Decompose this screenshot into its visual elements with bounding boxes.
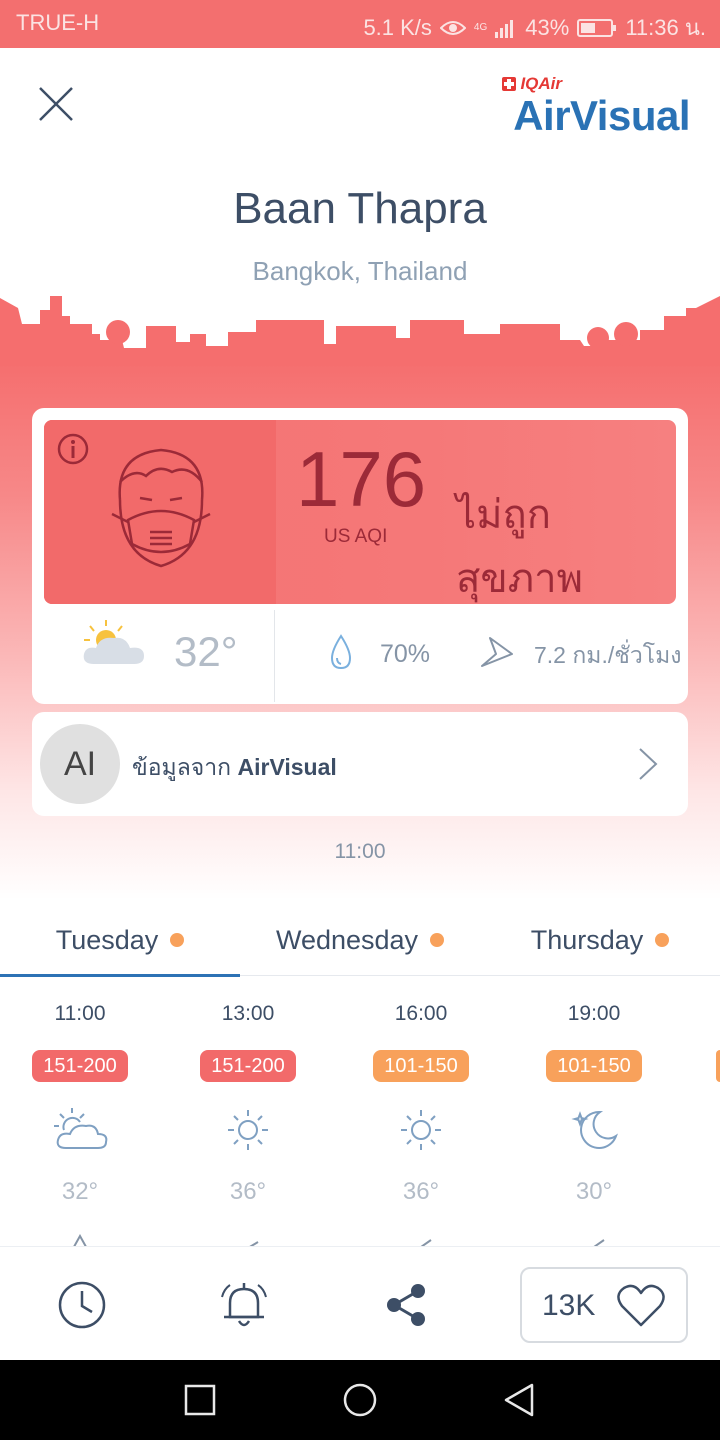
tab-label: Thursday: [530, 924, 644, 955]
forecast-item: 16:00 101-150 36°: [361, 976, 481, 1246]
aqi-dot-icon: [655, 933, 670, 947]
data-source-card[interactable]: AI ข้อมูลจาก AirVisual: [32, 712, 688, 816]
forecast-time: 13:00: [221, 1002, 275, 1025]
share-icon[interactable]: [380, 1279, 432, 1331]
bottom-toolbar: 13K: [0, 1246, 720, 1360]
app-root: TRUE-H 5.1 K/s 4G 43% 11:36 น. IQAir Air…: [0, 0, 720, 1440]
like-count: 13K: [542, 1289, 596, 1322]
battery-icon: [577, 18, 617, 37]
sun-icon: [228, 1110, 268, 1150]
close-icon[interactable]: [36, 84, 76, 124]
updated-time: 11:00: [334, 840, 386, 863]
moon-icon: [571, 1110, 618, 1149]
weather-divider: [274, 610, 275, 702]
heart-icon: [617, 1284, 665, 1327]
forecast-temperature: 32°: [61, 1178, 99, 1205]
brand-main: AirVisual: [513, 92, 690, 139]
mask-face-icon: [111, 448, 211, 568]
source-prefix-text: ข้อมูลจาก: [132, 754, 232, 780]
forecast-item: 11:00 151-200 32°: [20, 976, 140, 1246]
aqi-range-badge: 151-200: [32, 1050, 128, 1082]
wind-direction-icon: [249, 1241, 259, 1246]
history-clock-icon[interactable]: [56, 1279, 108, 1331]
aqi-range-badge: 101-150: [373, 1050, 469, 1082]
status-bar: TRUE-H 5.1 K/s 4G 43% 11:36 น.: [0, 0, 720, 48]
aqi-range-badge: 101-150: [546, 1050, 642, 1082]
back-triangle-icon[interactable]: [500, 1380, 540, 1420]
forecast-item: 13:00 151-200 36°: [188, 976, 308, 1246]
battery-percent: 43%: [525, 14, 570, 40]
city-name: Baan Thapra: [233, 184, 487, 233]
chevron-right-icon: [639, 748, 658, 780]
weather-row: 32° 70% 7.2 กม./ชั่วโมง: [32, 604, 688, 704]
humidity-value: 70%: [380, 640, 431, 668]
aqi-card: 176 US AQI ไม่ถูกสุขภาพ 32° 70% 7.2 กม./…: [32, 408, 688, 704]
aqi-range-badge: 151-200: [200, 1050, 296, 1082]
humidity-drop-icon: [330, 634, 352, 670]
network-type: 4G: [473, 21, 488, 33]
forecast-temperature: 36°: [402, 1178, 440, 1205]
forecast-temperature: 30°: [575, 1178, 613, 1205]
tab-label: Wednesday: [275, 924, 419, 955]
tab-tuesday[interactable]: Tuesday: [0, 904, 240, 976]
brand-logo: IQAir AirVisual: [490, 72, 690, 139]
forecast-time: 16:00: [394, 1002, 448, 1025]
forecast-time: 11:00: [54, 1002, 106, 1025]
wind-speed-value: 7.2 กม./ชั่วโมง: [534, 642, 682, 668]
tab-thursday[interactable]: Thursday: [480, 904, 720, 976]
system-nav-bar: [0, 1360, 720, 1440]
network-speed: 5.1 K/s: [363, 14, 432, 40]
eye-icon: [439, 20, 466, 35]
skyline-decoration: [0, 296, 720, 366]
wind-direction-icon: [73, 1234, 87, 1246]
home-circle-icon[interactable]: [340, 1380, 380, 1420]
aqi-dot-icon: [170, 933, 185, 947]
forecast-item: 19:00 101-150 30°: [534, 976, 654, 1246]
brand-small: IQAir: [520, 74, 562, 93]
aqi-unit: US AQI: [324, 526, 388, 547]
signal-icon: [495, 19, 514, 38]
source-avatar: AI: [40, 724, 120, 804]
current-temperature: 32°: [174, 628, 238, 675]
wind-direction-icon: [420, 1239, 432, 1246]
aqi-value: 176: [296, 435, 427, 523]
day-tabs: Tuesday Wednesday Thursday: [0, 904, 720, 977]
source-name: AirVisual: [237, 754, 337, 780]
status-right: 5.1 K/s 4G 43% 11:36 น.: [363, 10, 706, 45]
info-icon[interactable]: [56, 432, 90, 466]
partly-cloudy-icon: [54, 1108, 108, 1149]
wind-direction-icon: [593, 1239, 605, 1246]
aqi-banner: 176 US AQI ไม่ถูกสุขภาพ: [44, 420, 676, 604]
hourly-forecast[interactable]: 11:00 151-200 32° 13:00 151-200 36° 16:0…: [0, 976, 720, 1246]
forecast-temperature: 36°: [229, 1178, 267, 1205]
forecast-time: 19:00: [567, 1002, 621, 1025]
wind-direction-icon: [481, 637, 513, 667]
tab-label: Tuesday: [55, 924, 159, 955]
clock: 11:36 น.: [625, 15, 706, 40]
aqi-status: ไม่ถูกสุขภาพ: [456, 492, 583, 602]
tab-wednesday[interactable]: Wednesday: [240, 904, 480, 976]
sun-icon: [401, 1110, 441, 1150]
like-button[interactable]: 13K: [520, 1267, 688, 1343]
aqi-dot-icon: [430, 933, 445, 947]
recents-square-icon[interactable]: [180, 1380, 220, 1420]
swiss-cross-icon: [502, 77, 517, 91]
source-label: ข้อมูลจาก AirVisual: [132, 750, 337, 786]
bell-icon[interactable]: [218, 1279, 270, 1331]
region-name: Bangkok, Thailand: [252, 256, 468, 286]
iqair-mark: IQAir: [502, 74, 562, 94]
next-forecast-peek: [716, 1050, 720, 1082]
partly-cloudy-icon: [83, 620, 144, 664]
carrier-label: TRUE-H: [16, 10, 100, 35]
